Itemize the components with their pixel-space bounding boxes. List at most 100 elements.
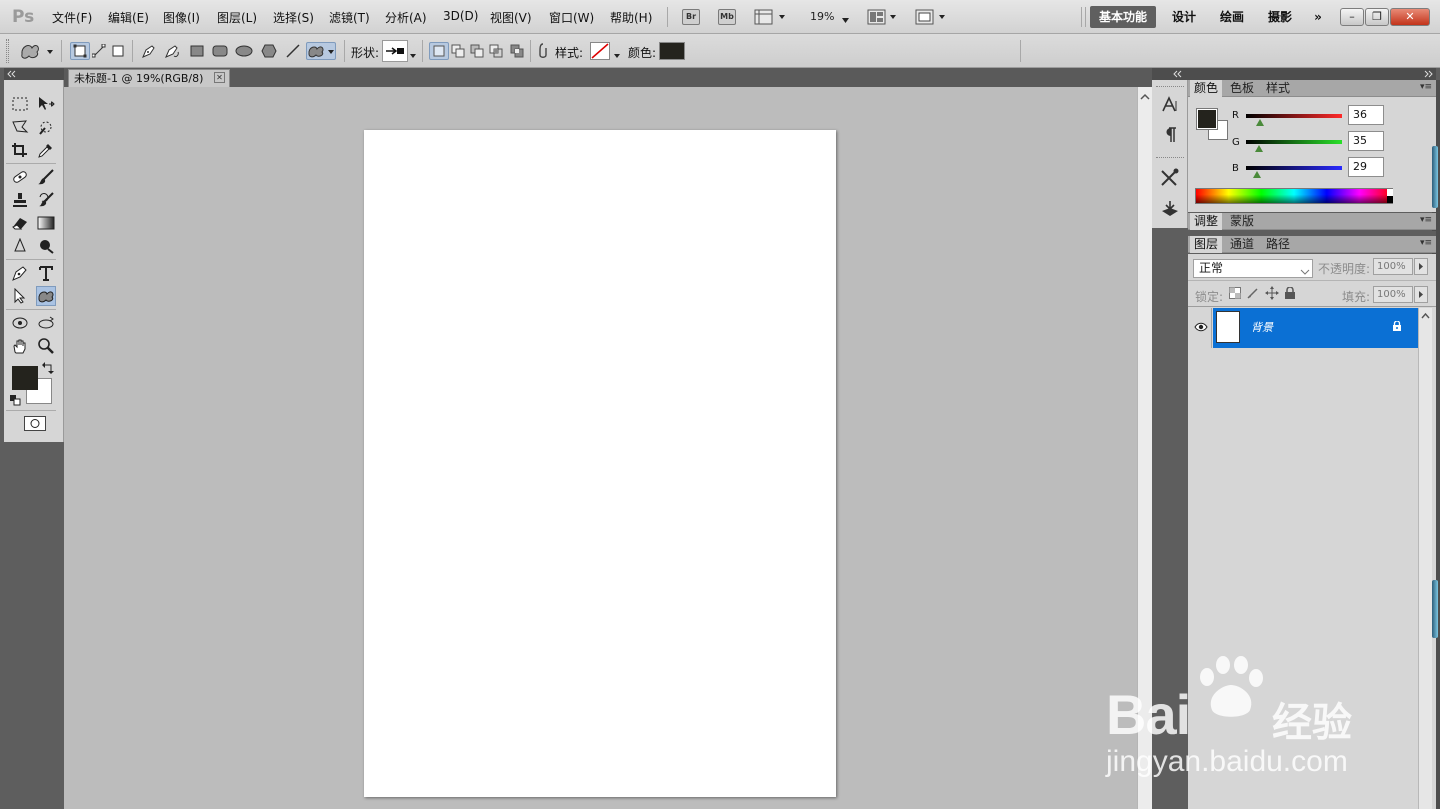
tools-panel-header[interactable] [4,68,64,80]
spot-healing-tool[interactable] [10,167,30,187]
workspace-design[interactable]: 设计 [1166,6,1202,28]
paths-button[interactable] [89,42,109,60]
dock-header[interactable] [1152,68,1188,80]
shape-picker-dropdown-icon[interactable] [410,48,417,62]
opacity-slider-button[interactable] [1414,258,1428,275]
clone-stamp-tool[interactable] [10,190,30,210]
green-slider[interactable] [1246,140,1342,144]
scroll-up-icon[interactable] [1138,90,1152,104]
document-canvas[interactable] [364,130,836,797]
intersect-shape-button[interactable] [486,42,506,60]
blue-slider-handle[interactable] [1252,171,1261,178]
tab-styles[interactable]: 样式 [1262,80,1294,97]
eye-icon[interactable] [1194,321,1208,335]
workspace-essentials[interactable]: 基本功能 [1090,6,1156,28]
spectrum-black-chip[interactable] [1387,196,1393,203]
eyedropper-tool[interactable] [36,140,56,160]
menu-3d[interactable]: 3D(D) [443,9,478,23]
right-panel-header[interactable] [1188,68,1436,80]
panel-menu-icon[interactable]: ▾≡ [1420,215,1432,225]
brush-tool[interactable] [36,167,56,187]
menu-filter[interactable]: 滤镜(T) [329,9,370,26]
tool-presets-icon[interactable] [1159,168,1181,191]
bridge-button[interactable]: Br [682,9,700,25]
document-tab[interactable]: 未标题-1 @ 19%(RGB/8) [68,69,230,87]
tab-channels[interactable]: 通道 [1226,236,1258,253]
shape-tool[interactable] [36,286,56,306]
workspace-painting[interactable]: 绘画 [1214,6,1250,28]
swap-colors-icon[interactable] [42,362,54,377]
create-new-shape-layer-button[interactable] [429,42,449,60]
rounded-rectangle-button[interactable] [210,42,230,60]
color-swatch[interactable] [659,42,685,60]
close-tab-icon[interactable]: ✕ [214,72,225,83]
style-picker[interactable] [590,42,610,60]
mini-bridge-button[interactable]: Mb [718,9,736,25]
panel-menu-icon[interactable]: ▾≡ [1420,82,1432,92]
menu-image[interactable]: 图像(I) [163,9,200,26]
character-panel-icon[interactable] [1160,96,1180,117]
lock-pixels-icon[interactable] [1247,287,1259,302]
close-button[interactable]: ✕ [1390,8,1430,26]
menu-help[interactable]: 帮助(H) [610,9,652,26]
menu-layer[interactable]: 图层(L) [217,9,257,26]
lock-transparency-icon[interactable] [1229,287,1241,302]
panel-menu-icon[interactable]: ▾≡ [1420,238,1432,248]
tab-masks[interactable]: 蒙版 [1226,213,1258,230]
tab-color[interactable]: 颜色 [1190,80,1223,97]
hand-tool[interactable] [10,336,30,356]
layer-thumbnail[interactable] [1216,311,1240,343]
history-brush-tool[interactable] [36,190,56,210]
lock-all-icon[interactable] [1284,286,1296,302]
move-tool[interactable] [36,94,56,114]
crop-tool[interactable] [10,140,30,160]
lasso-tool[interactable] [10,117,30,137]
menu-file[interactable]: 文件(F) [52,9,92,26]
path-selection-tool[interactable] [10,286,30,306]
layer-name[interactable]: 背景 [1251,319,1273,335]
custom-shape-button[interactable] [306,42,336,60]
pen-tool-button[interactable] [139,42,159,60]
line-tool-button[interactable] [283,42,303,60]
clone-source-icon[interactable] [1160,200,1180,221]
shape-layers-button[interactable] [70,42,90,60]
style-dropdown-icon[interactable] [614,48,621,62]
blend-mode-select[interactable]: 正常 [1193,259,1313,278]
restore-button[interactable]: ❐ [1365,8,1389,26]
quick-mask-button[interactable] [24,416,46,431]
workspace-photography[interactable]: 摄影 [1262,6,1298,28]
shape-picker[interactable] [382,40,408,62]
arrange-documents-button[interactable] [867,9,901,28]
3d-rotate-tool[interactable] [10,313,30,333]
eraser-tool[interactable] [10,213,30,233]
blur-tool[interactable] [10,236,30,256]
tool-preset-picker[interactable] [18,40,58,65]
ellipse-tool-button[interactable] [234,42,254,60]
tab-swatches[interactable]: 色板 [1226,80,1258,97]
3d-orbit-tool[interactable] [36,313,56,333]
opacity-field[interactable]: 100% [1373,258,1413,275]
menu-analysis[interactable]: 分析(A) [385,9,427,26]
minimize-button[interactable]: – [1340,8,1364,26]
blue-value-field[interactable]: 29 [1348,157,1384,177]
red-slider[interactable] [1246,114,1342,118]
view-extras-button[interactable] [754,9,788,28]
blue-slider[interactable] [1246,166,1342,170]
green-slider-handle[interactable] [1255,145,1264,152]
fill-pixels-button[interactable] [108,42,128,60]
menu-edit[interactable]: 编辑(E) [108,9,149,26]
layer-row[interactable] [1213,308,1418,348]
scroll-up-icon[interactable] [1419,310,1432,322]
spectrum-white-chip[interactable] [1387,189,1393,196]
pen-tool[interactable] [10,263,30,283]
tab-layers[interactable]: 图层 [1190,236,1223,253]
blend-mode-dropdown-icon[interactable] [1300,265,1310,279]
red-value-field[interactable]: 36 [1348,105,1384,125]
zoom-dropdown-icon[interactable] [842,13,850,27]
gradient-tool[interactable] [36,213,56,233]
paragraph-panel-icon[interactable] [1162,126,1178,147]
zoom-level[interactable]: 19% [810,10,834,23]
panel-foreground-swatch[interactable] [1196,108,1218,130]
menu-window[interactable]: 窗口(W) [549,9,594,26]
exclude-shape-button[interactable] [507,42,527,60]
